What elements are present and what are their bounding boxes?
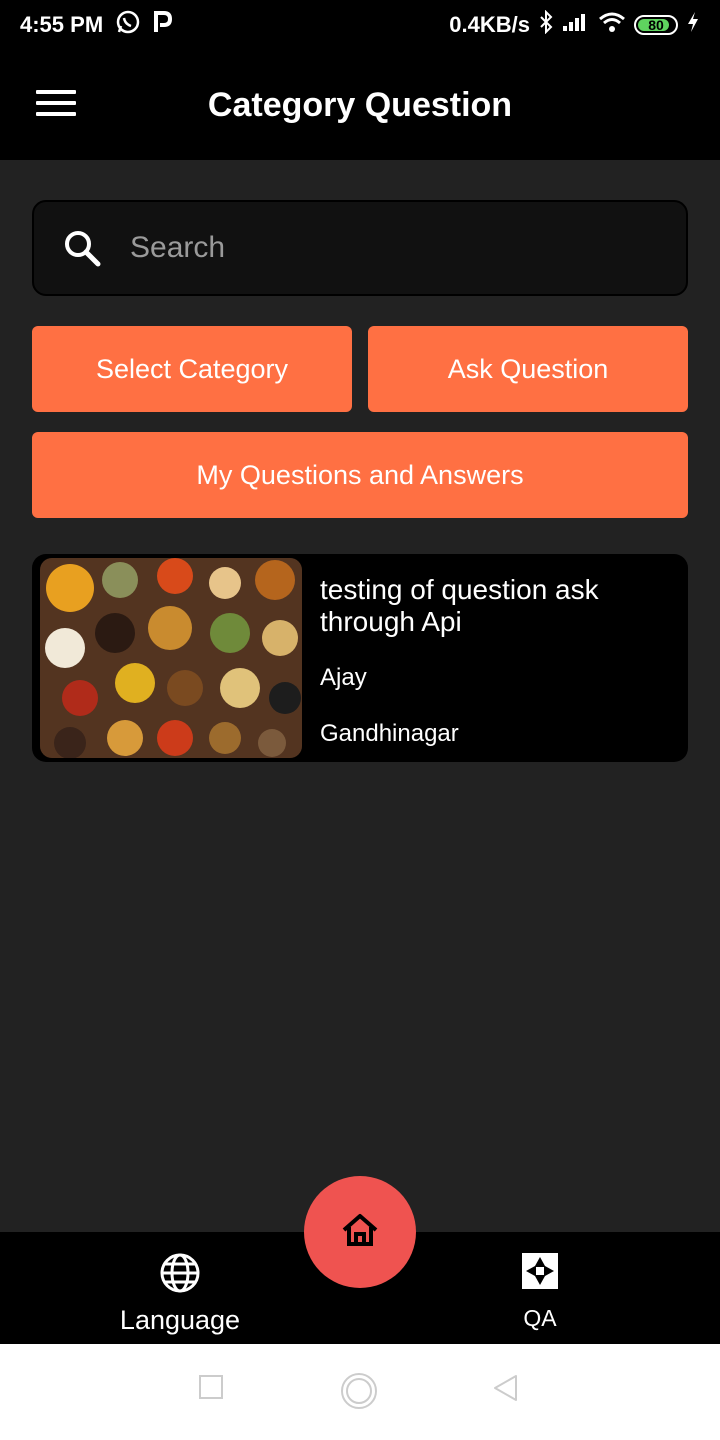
status-left: 4:55 PM bbox=[20, 9, 173, 41]
charging-icon bbox=[686, 11, 700, 39]
my-questions-answers-button[interactable]: My Questions and Answers bbox=[32, 432, 688, 518]
battery-level: 80 bbox=[648, 17, 664, 33]
wifi-icon bbox=[598, 11, 626, 39]
page-title: Category Question bbox=[207, 85, 513, 124]
globe-icon bbox=[159, 1252, 201, 1299]
select-category-button[interactable]: Select Category bbox=[32, 326, 352, 412]
recent-apps-icon[interactable] bbox=[198, 1374, 224, 1405]
nav-qa[interactable]: QA bbox=[480, 1252, 600, 1332]
question-title: testing of question ask through Api bbox=[320, 574, 599, 637]
status-time: 4:55 PM bbox=[20, 12, 104, 37]
question-city: Gandhinagar bbox=[320, 720, 459, 747]
system-navigation-bar bbox=[0, 1344, 720, 1440]
home-system-icon[interactable] bbox=[340, 1372, 378, 1415]
ask-question-button[interactable]: Ask Question bbox=[368, 326, 688, 412]
net-speed: 0.4KB/s bbox=[449, 12, 530, 37]
back-icon[interactable] bbox=[492, 1374, 518, 1407]
question-user: Ajay bbox=[320, 664, 367, 691]
hamburger-menu-icon[interactable] bbox=[36, 90, 76, 120]
app-bar: Category Question bbox=[0, 50, 720, 160]
signal-icon bbox=[562, 12, 590, 38]
search-icon[interactable] bbox=[62, 228, 102, 268]
nav-qa-label: QA bbox=[523, 1305, 557, 1331]
p-app-icon bbox=[153, 10, 173, 40]
status-bar: 4:55 PM 0.4KB/s 80 bbox=[0, 0, 720, 50]
nav-language[interactable]: Language bbox=[100, 1252, 260, 1336]
bluetooth-icon bbox=[538, 9, 554, 40]
battery-icon: 80 bbox=[634, 15, 678, 35]
spices-image bbox=[40, 558, 302, 758]
nav-language-label: Language bbox=[119, 1305, 241, 1335]
search-input[interactable] bbox=[130, 231, 630, 265]
card-body: testing of question ask through Api Ajay… bbox=[302, 558, 630, 758]
whatsapp-icon bbox=[115, 9, 141, 41]
qa-icon bbox=[521, 1252, 559, 1295]
question-card[interactable]: testing of question ask through Api Ajay… bbox=[32, 554, 688, 762]
status-right: 0.4KB/s 80 bbox=[449, 9, 700, 40]
home-icon bbox=[340, 1210, 380, 1255]
home-fab-button[interactable] bbox=[304, 1176, 416, 1288]
search-bar[interactable] bbox=[32, 200, 688, 296]
